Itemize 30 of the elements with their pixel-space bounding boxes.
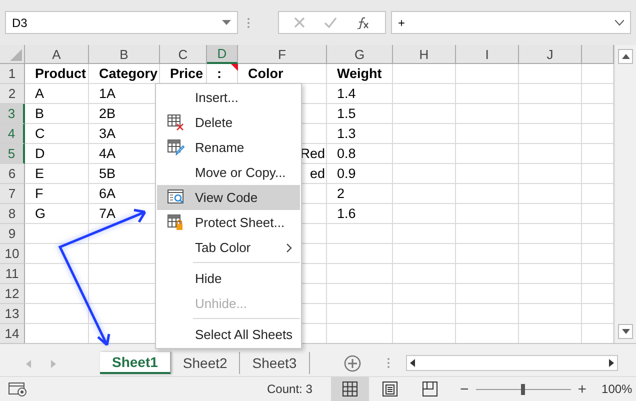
table-cell: Weight (337, 66, 382, 81)
table-cell: A (35, 86, 44, 101)
table-cell: : (217, 66, 222, 81)
table-cell: F (35, 186, 44, 201)
zoom-level: 100% (602, 382, 632, 396)
table-cell: D (35, 146, 45, 161)
table-cell: 6A (99, 186, 116, 201)
table-cell: Product (35, 66, 86, 81)
table-cell: 0.9 (337, 166, 356, 181)
table-cell: E (35, 166, 44, 181)
table-cell: Price (170, 66, 204, 81)
table-cell: 5B (99, 166, 116, 181)
table-cell: 2 (337, 186, 345, 201)
table-cell: 1.5 (337, 106, 356, 121)
table-cell: G (35, 206, 46, 221)
table-cell: Category (99, 66, 158, 81)
table-cell: 3A (99, 126, 116, 141)
table-cell: 1.3 (337, 126, 356, 141)
table-cell: 1A (99, 86, 116, 101)
table-cell: 1.6 (337, 206, 356, 221)
table-cell: 4A (99, 146, 116, 161)
table-cell: B (35, 106, 44, 121)
table-cell: 2B (99, 106, 116, 121)
table-cell: ed (310, 166, 325, 181)
table-cell: C (35, 126, 45, 141)
count-text: Count: 3 (267, 382, 314, 396)
table-cell: 1.4 (337, 86, 356, 101)
table-cell: 7A (99, 206, 116, 221)
table-cell: 0.8 (337, 146, 356, 161)
table-cell: Color (248, 66, 284, 81)
